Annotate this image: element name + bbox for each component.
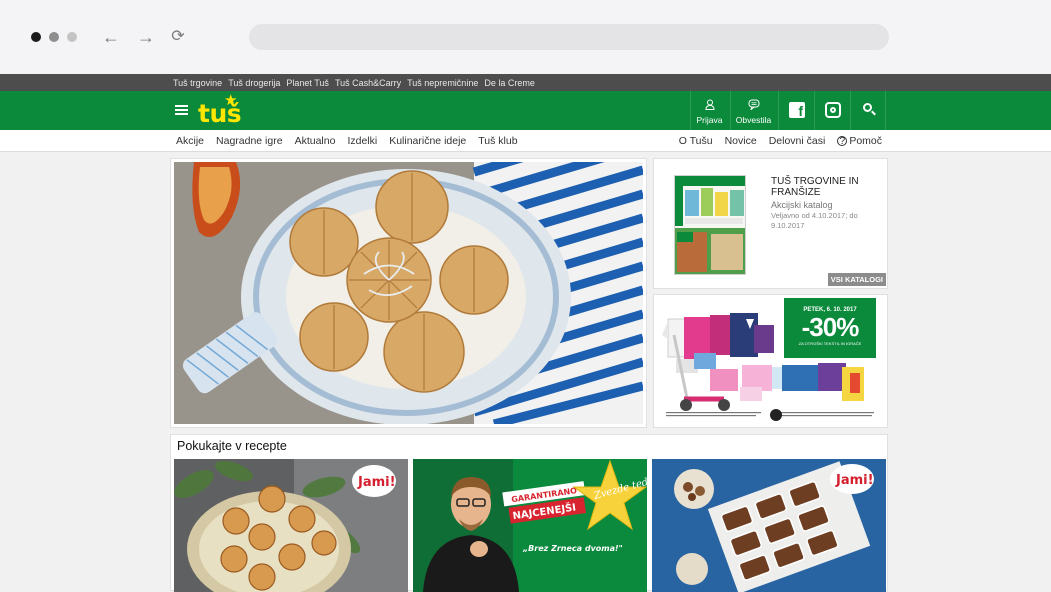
promo-note: ZA OTROŠKI TEKSTIL IN IGRAČE (798, 341, 862, 346)
instagram-icon (825, 102, 841, 118)
hero-banner[interactable] (170, 158, 647, 428)
recipe-badge-3: Jami! (835, 473, 874, 488)
top-link-de-la-creme[interactable]: De la Creme (484, 78, 535, 88)
top-link-planet-tus[interactable]: Planet Tuš (286, 78, 329, 88)
reload-icon[interactable]: ⟳ (167, 26, 189, 48)
notifications-button[interactable]: Obvestila (730, 91, 776, 130)
window-maximize-dot[interactable] (67, 32, 77, 42)
login-label: Prijava (696, 115, 723, 125)
catalog-title[interactable]: Tuš trgovine in franšize (771, 176, 871, 198)
recipe-image-zvezde-tedna: GARANTIRANO NAJCENEJŠI Zvezde tedna „Bre… (413, 459, 647, 592)
top-links-bar: Tuš trgovine Tuš drogerija Planet Tuš Tu… (0, 74, 1051, 91)
recipe-badge-1: Jami! (357, 475, 396, 490)
all-catalogs-button[interactable]: VSI KATALOGI (827, 273, 886, 286)
back-arrow-icon[interactable]: ← (100, 26, 122, 48)
sub-navigation: Akcije Nagradne igre Aktualno Izdelki Ku… (0, 130, 1051, 152)
nav-izdelki[interactable]: Izdelki (347, 135, 377, 147)
catalog-subtitle: Akcijski katalog (771, 200, 833, 210)
main-header: tuš ★ Prijava Obvestila f (0, 91, 1051, 130)
nav-delovni-casi[interactable]: Delovni časi (769, 135, 826, 147)
top-link-cash-carry[interactable]: Tuš Cash&Carry (335, 78, 401, 88)
nav-novice[interactable]: Novice (725, 135, 757, 147)
browser-chrome: ← → ⟳ (0, 0, 1051, 74)
mouse-cursor (770, 409, 782, 421)
nav-kulinaricne-ideje[interactable]: Kulinarične ideje (389, 135, 466, 147)
top-link-tus-trgovine[interactable]: Tuš trgovine (173, 78, 222, 88)
recipe-card-zvezde-tedna[interactable]: GARANTIRANO NAJCENEJŠI Zvezde tedna „Bre… (413, 459, 647, 592)
banner-quote: „Brez Zrneca dvoma!" (522, 544, 623, 553)
chat-bubble-icon (731, 99, 776, 113)
search-button[interactable] (850, 91, 886, 130)
nav-tus-klub[interactable]: Tuš klub (478, 135, 517, 147)
tus-logo[interactable]: tuš ★ (198, 92, 242, 128)
user-icon (691, 99, 728, 113)
facebook-button[interactable]: f (778, 91, 814, 130)
address-bar[interactable] (249, 24, 889, 50)
recipe-card-chocolate-bars[interactable]: Jami! (652, 459, 886, 592)
help-label: Pomoč (849, 135, 882, 147)
recipe-image-chocolate-bars: Jami! (652, 459, 886, 592)
window-close-dot[interactable] (31, 32, 41, 42)
hamburger-menu-icon[interactable] (175, 105, 188, 115)
catalog-validity: Veljavno od 4.10.2017; do 9.10.2017 (771, 211, 858, 230)
logo-star-icon: ★ (224, 92, 238, 109)
forward-arrow-icon[interactable]: → (135, 26, 157, 48)
facebook-icon: f (789, 102, 805, 119)
instagram-button[interactable] (814, 91, 850, 130)
recipes-heading: Pokukajte v recepte (177, 439, 287, 453)
help-icon: ? (837, 136, 848, 146)
nav-akcije[interactable]: Akcije (176, 135, 204, 147)
hero-image (174, 162, 643, 424)
catalog-card[interactable]: Tuš trgovine in franšize Akcijski katalo… (653, 158, 888, 289)
discount-badge: PETEK, 6. 10. 2017 -30% ZA OTROŠKI TEKST… (784, 298, 876, 358)
window-minimize-dot[interactable] (49, 32, 59, 42)
recipe-card-apple-roses[interactable]: Jami! (174, 459, 408, 592)
top-link-nepremicnine[interactable]: Tuš nepremičnine (407, 78, 478, 88)
promo-banner[interactable]: PETEK, 6. 10. 2017 -30% ZA OTROŠKI TEKST… (653, 294, 888, 428)
recipes-section: Pokukajte v recepte Jami! GARANTIRANO NA… (170, 434, 888, 592)
recipe-image-apple-roses: Jami! (174, 459, 408, 592)
promo-discount: -30% (801, 312, 860, 342)
top-link-tus-drogerija[interactable]: Tuš drogerija (228, 78, 280, 88)
nav-o-tusu[interactable]: O Tušu (679, 135, 713, 147)
notifications-label: Obvestila (735, 115, 772, 125)
nav-aktualno[interactable]: Aktualno (295, 135, 336, 147)
nav-pomoc[interactable]: ? Pomoč (837, 135, 882, 147)
login-button[interactable]: Prijava (690, 91, 728, 130)
search-icon (863, 103, 872, 112)
nav-nagradne-igre[interactable]: Nagradne igre (216, 135, 283, 147)
catalog-cover-image (674, 175, 746, 275)
